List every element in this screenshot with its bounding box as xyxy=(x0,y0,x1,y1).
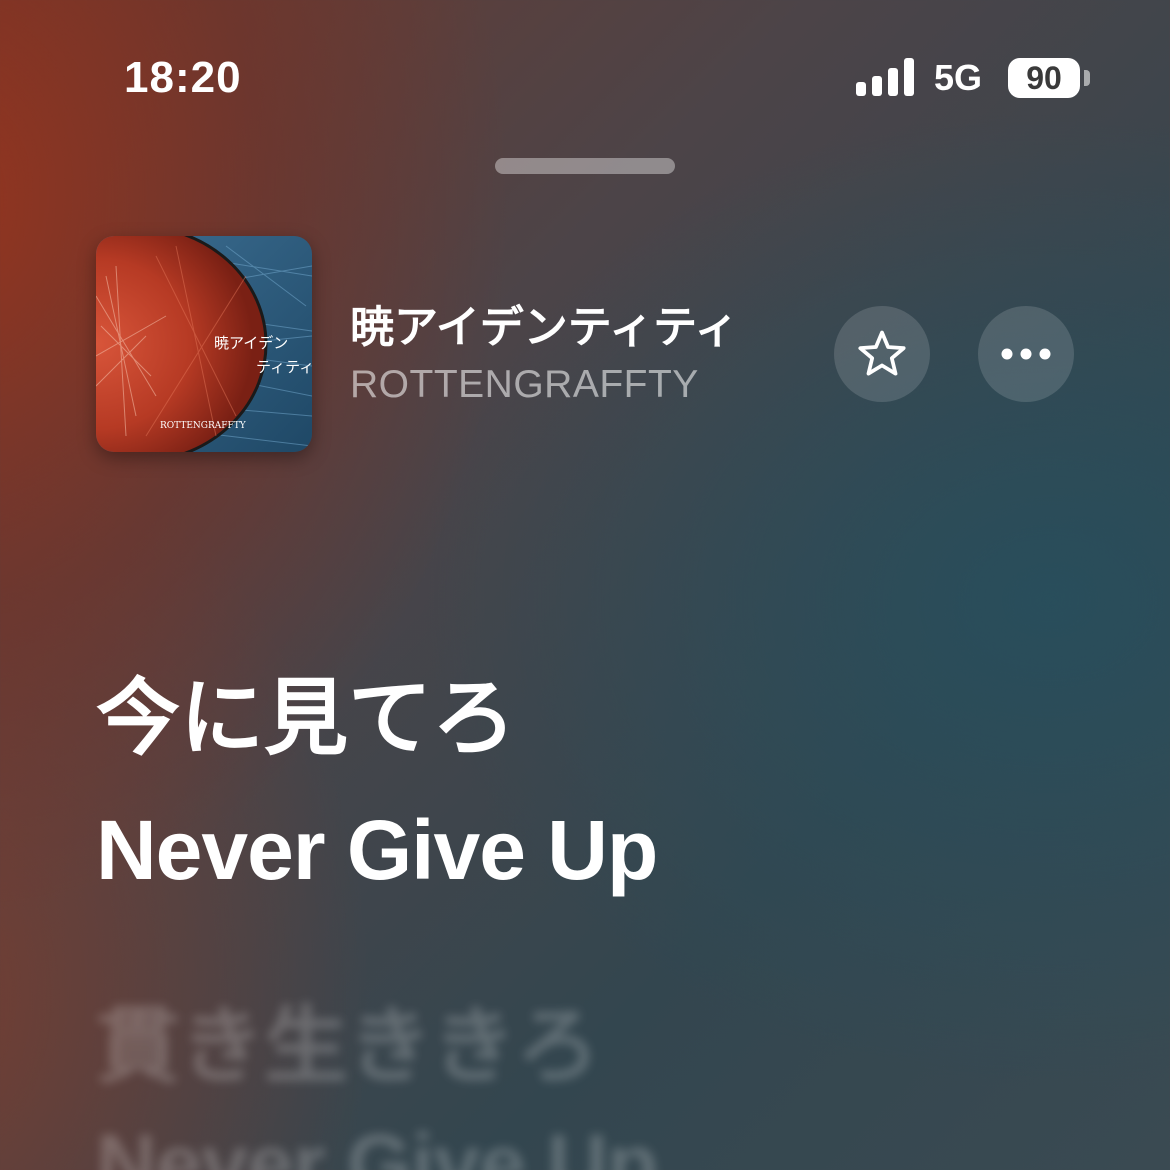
battery-level: 90 xyxy=(1026,60,1062,96)
track-artist[interactable]: ROTTENGRAFFTY xyxy=(350,360,699,410)
battery-icon: 90 xyxy=(1008,58,1080,98)
lyric-line-upcoming[interactable]: 貫き生ききろ xyxy=(96,996,600,1096)
artwork-band-text: ROTTENGRAFFTY xyxy=(160,421,247,431)
lyric-line-current[interactable]: 今に見てろ xyxy=(96,668,516,768)
favorite-button[interactable] xyxy=(834,306,930,402)
lyric-line-current[interactable]: Never Give Up xyxy=(96,800,658,900)
battery-cap xyxy=(1084,70,1090,86)
artwork-title-text: 暁アイデン xyxy=(214,334,288,352)
track-title[interactable]: 暁アイデンティティ xyxy=(350,300,739,356)
lyric-line-upcoming[interactable]: Never Give Up xyxy=(96,1114,658,1170)
status-time: 18:20 xyxy=(124,53,242,102)
sheet-grabber[interactable] xyxy=(495,158,675,174)
ellipsis-icon xyxy=(1001,348,1051,360)
album-artwork[interactable]: 暁アイデン ティティ ROTTENGRAFFTY xyxy=(96,236,312,452)
cellular-signal-icon xyxy=(856,58,914,96)
more-options-button[interactable] xyxy=(978,306,1074,402)
star-outline-icon xyxy=(858,330,906,376)
artwork-title-text-2: ティティ xyxy=(256,358,312,376)
network-type: 5G xyxy=(934,57,983,98)
